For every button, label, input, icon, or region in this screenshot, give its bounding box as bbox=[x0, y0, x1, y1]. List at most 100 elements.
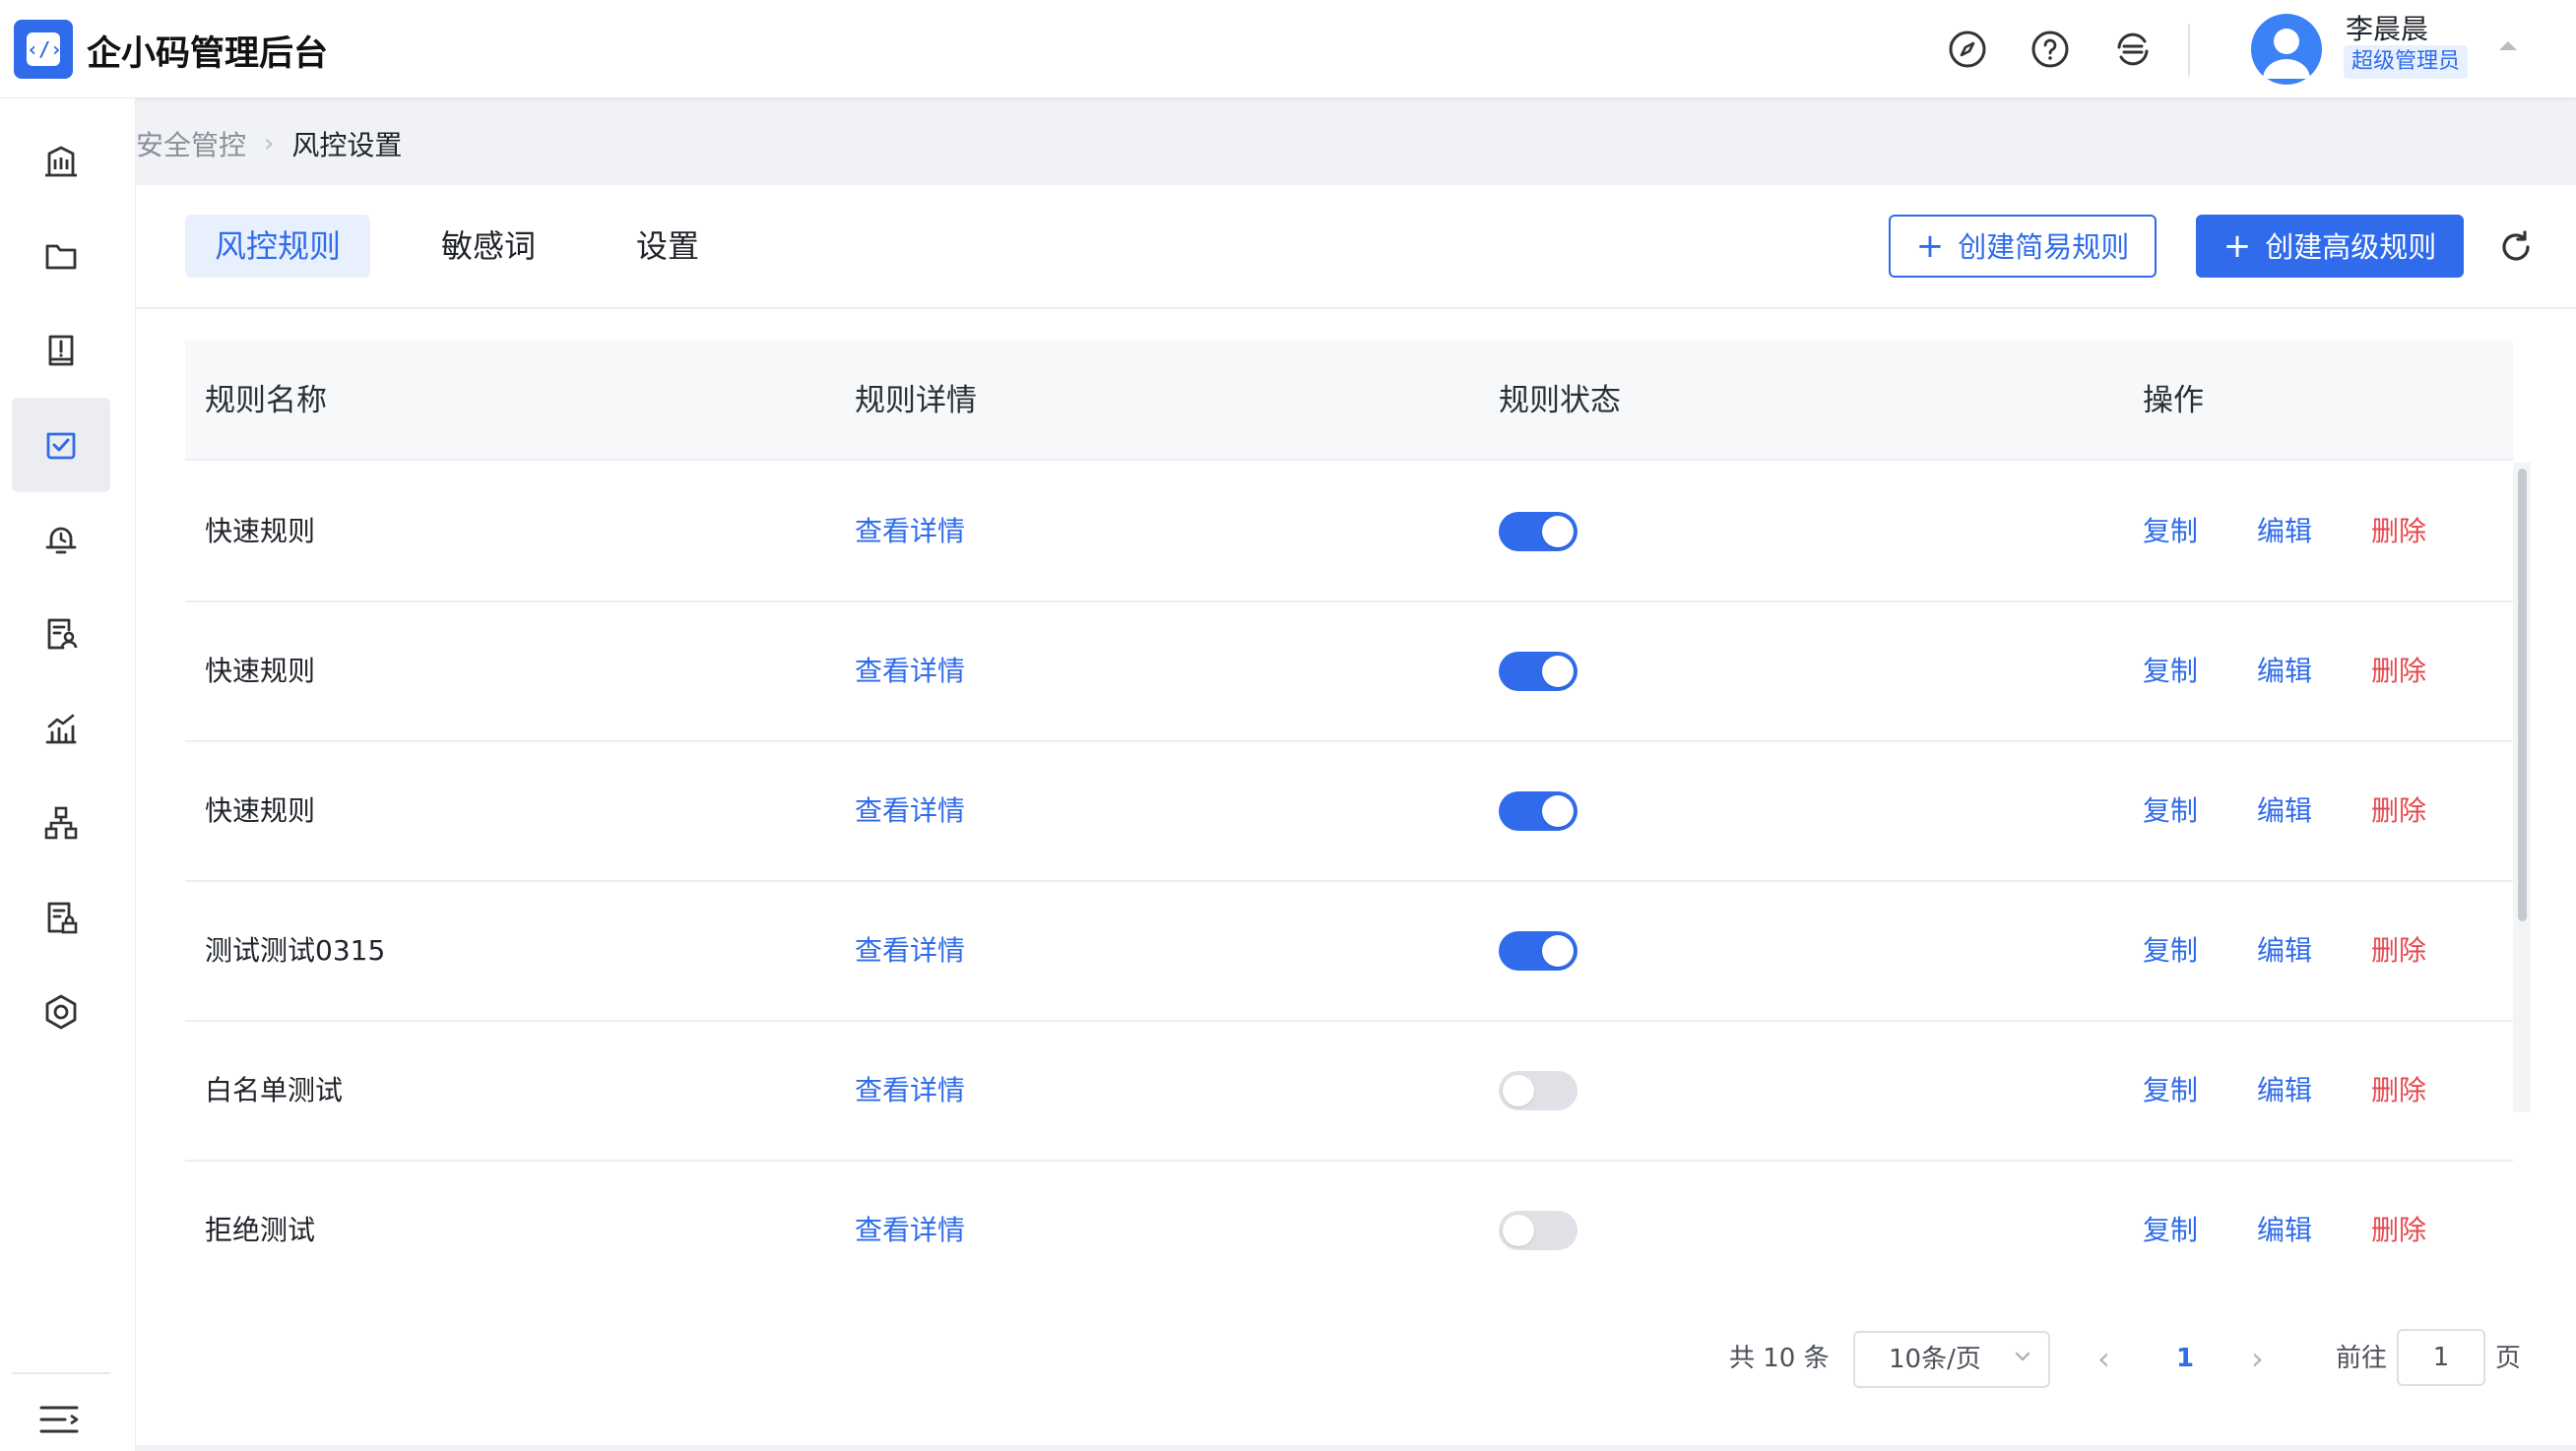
help-icon[interactable] bbox=[2029, 28, 2072, 71]
view-detail-link[interactable]: 查看详情 bbox=[855, 602, 965, 740]
header-rule-name: 规则名称 bbox=[205, 383, 327, 418]
sidebar-item-book[interactable] bbox=[12, 303, 110, 398]
table-body: 快速规则 查看详情 复制 编辑 删除 快速规则 查看详情 复制 编辑 删除 快速规则 查看详情 复制 编辑… bbox=[185, 463, 2513, 1266]
rule-name: 测试测试0315 bbox=[205, 934, 386, 967]
delete-button[interactable]: 删除 bbox=[2371, 1162, 2426, 1266]
edit-button[interactable]: 编辑 bbox=[2257, 463, 2312, 600]
view-detail-link[interactable]: 查看详情 bbox=[855, 882, 965, 1020]
sidebar-divider bbox=[12, 1372, 110, 1374]
table-scrollbar[interactable] bbox=[2513, 463, 2531, 1112]
sidebar-item-building[interactable] bbox=[12, 114, 110, 209]
delete-button[interactable]: 删除 bbox=[2371, 882, 2426, 1020]
edit-button[interactable]: 编辑 bbox=[2257, 742, 2312, 880]
toggle-knob bbox=[1542, 516, 1574, 547]
refresh-icon[interactable] bbox=[2497, 228, 2535, 266]
view-detail-link[interactable]: 查看详情 bbox=[855, 463, 965, 600]
chart-icon bbox=[45, 714, 77, 744]
menu-collapse-icon[interactable] bbox=[37, 1400, 81, 1439]
sidebar bbox=[0, 98, 136, 1451]
top-bar: ‹/› 企小码管理后台 李晨晨 超级管理员 bbox=[0, 0, 2576, 98]
rule-status-toggle[interactable] bbox=[1499, 652, 1578, 691]
rule-status-toggle[interactable] bbox=[1499, 931, 1578, 971]
breadcrumb-parent[interactable]: 安全管控 bbox=[136, 124, 246, 163]
alarm-icon bbox=[45, 527, 77, 554]
logo-glyph: ‹/› bbox=[27, 32, 62, 66]
copy-button[interactable]: 复制 bbox=[2143, 602, 2198, 740]
rule-name: 快速规则 bbox=[205, 655, 316, 687]
toggle-knob bbox=[1503, 1075, 1534, 1106]
pagination-total: 共 10 条 bbox=[1729, 1344, 1830, 1373]
create-advanced-rule-label: 创建高级规则 bbox=[2265, 230, 2437, 264]
goto-label: 前往 bbox=[2336, 1344, 2388, 1373]
view-detail-link[interactable]: 查看详情 bbox=[855, 1022, 965, 1160]
main-card: 风控规则 敏感词 设置 + 创建简易规则 + 创建高级规则 规则名称 规则详情 规则… bbox=[136, 185, 2576, 1445]
rule-name: 快速规则 bbox=[205, 515, 316, 547]
rule-status-toggle[interactable] bbox=[1499, 1071, 1578, 1110]
card-divider bbox=[136, 307, 2576, 309]
rule-status-toggle[interactable] bbox=[1499, 512, 1578, 551]
page-size-select[interactable]: 10条/页 bbox=[1853, 1331, 2050, 1388]
delete-button[interactable]: 删除 bbox=[2371, 602, 2426, 740]
page-suffix: 页 bbox=[2495, 1344, 2522, 1373]
tab-settings[interactable]: 设置 bbox=[607, 215, 729, 278]
tab-sensitive-words[interactable]: 敏感词 bbox=[412, 215, 565, 278]
compass-icon[interactable] bbox=[1946, 28, 1989, 71]
copy-button[interactable]: 复制 bbox=[2143, 1162, 2198, 1266]
view-detail-link[interactable]: 查看详情 bbox=[855, 1162, 965, 1266]
scrollbar-thumb[interactable] bbox=[2518, 469, 2527, 921]
table-row: 快速规则 查看详情 复制 编辑 删除 bbox=[185, 602, 2513, 742]
table-row: 测试测试0315 查看详情 复制 编辑 删除 bbox=[185, 882, 2513, 1022]
goto-page-input[interactable]: 1 bbox=[2397, 1329, 2485, 1386]
building-icon bbox=[45, 146, 77, 177]
user-menu-caret-icon[interactable] bbox=[2499, 41, 2517, 50]
shield-check-icon bbox=[46, 432, 76, 460]
sidebar-item-user-doc[interactable] bbox=[12, 587, 110, 681]
tab-risk-rules[interactable]: 风控规则 bbox=[185, 215, 371, 278]
table-row: 白名单测试 查看详情 复制 编辑 删除 bbox=[185, 1022, 2513, 1162]
breadcrumb-separator-icon: › bbox=[264, 129, 275, 158]
rule-name: 快速规则 bbox=[205, 794, 316, 827]
tab-bar: 风控规则 敏感词 设置 bbox=[185, 215, 770, 278]
rule-status-toggle[interactable] bbox=[1499, 791, 1578, 831]
avatar[interactable] bbox=[2251, 14, 2322, 85]
sidebar-item-org[interactable] bbox=[12, 776, 110, 870]
rule-name: 拒绝测试 bbox=[205, 1214, 316, 1246]
prev-page-button[interactable]: ‹ bbox=[2097, 1331, 2110, 1386]
breadcrumb-current: 风控设置 bbox=[291, 129, 403, 161]
toggle-knob bbox=[1542, 656, 1574, 687]
edit-button[interactable]: 编辑 bbox=[2257, 1162, 2312, 1266]
header-rule-detail: 规则详情 bbox=[855, 383, 977, 418]
edit-button[interactable]: 编辑 bbox=[2257, 602, 2312, 740]
toggle-knob bbox=[1503, 1215, 1534, 1246]
view-detail-link[interactable]: 查看详情 bbox=[855, 742, 965, 880]
role-badge: 超级管理员 bbox=[2344, 45, 2469, 79]
app-logo: ‹/› bbox=[14, 20, 73, 79]
folder-icon bbox=[45, 244, 77, 270]
user-icon bbox=[2263, 29, 2310, 79]
header-operations: 操作 bbox=[2143, 383, 2204, 418]
delete-button[interactable]: 删除 bbox=[2371, 1022, 2426, 1160]
next-page-button[interactable]: › bbox=[2251, 1331, 2264, 1386]
edit-button[interactable]: 编辑 bbox=[2257, 1022, 2312, 1160]
user-name: 李晨晨 bbox=[2346, 13, 2429, 45]
rule-status-toggle[interactable] bbox=[1499, 1211, 1578, 1250]
page-number-1[interactable]: 1 bbox=[2176, 1331, 2194, 1386]
sidebar-item-chart[interactable] bbox=[12, 681, 110, 776]
delete-button[interactable]: 删除 bbox=[2371, 742, 2426, 880]
copy-button[interactable]: 复制 bbox=[2143, 882, 2198, 1020]
sidebar-item-security[interactable] bbox=[12, 398, 110, 492]
copy-button[interactable]: 复制 bbox=[2143, 1022, 2198, 1160]
switch-icon[interactable] bbox=[2111, 28, 2155, 71]
create-advanced-rule-button[interactable]: + 创建高级规则 bbox=[2196, 215, 2464, 278]
sidebar-item-settings[interactable] bbox=[12, 965, 110, 1059]
sidebar-item-folder[interactable] bbox=[12, 209, 110, 303]
create-simple-rule-button[interactable]: + 创建简易规则 bbox=[1889, 215, 2157, 278]
copy-button[interactable]: 复制 bbox=[2143, 463, 2198, 600]
copy-button[interactable]: 复制 bbox=[2143, 742, 2198, 880]
sidebar-item-alarm[interactable] bbox=[12, 492, 110, 587]
document-user-icon bbox=[47, 618, 78, 650]
file-lock-icon bbox=[47, 902, 78, 934]
edit-button[interactable]: 编辑 bbox=[2257, 882, 2312, 1020]
sidebar-item-file-lock[interactable] bbox=[12, 870, 110, 965]
delete-button[interactable]: 删除 bbox=[2371, 463, 2426, 600]
